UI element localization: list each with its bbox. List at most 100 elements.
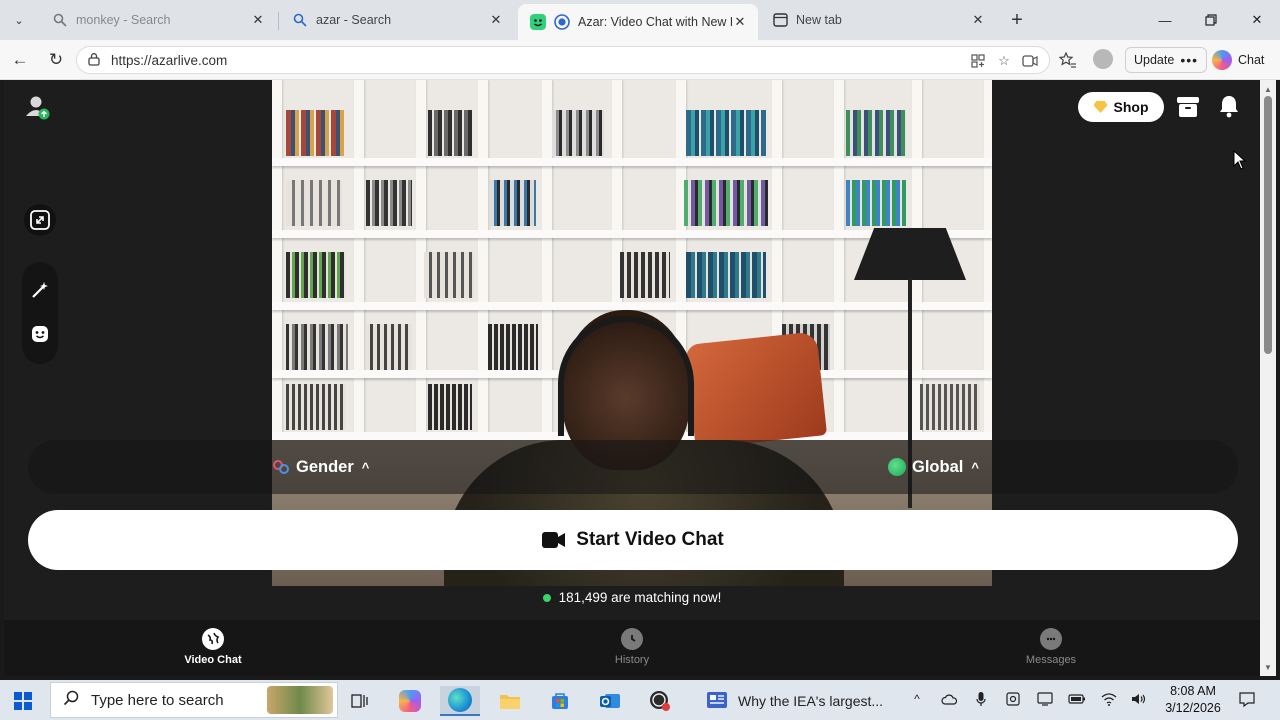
face-filter-icon[interactable]	[24, 318, 56, 350]
news-widget[interactable]: Why the IEA's largest...	[706, 686, 883, 716]
matching-text: 181,499 are matching now!	[558, 590, 722, 605]
onedrive-icon[interactable]	[940, 690, 958, 708]
windows-taskbar: Type here to search Why the IEA's larges…	[0, 680, 1280, 720]
search-icon	[292, 12, 308, 28]
nav-video-chat[interactable]: Video Chat	[153, 628, 273, 666]
gem-icon	[1093, 101, 1108, 113]
recording-icon	[554, 14, 570, 30]
magic-wand-icon[interactable]	[24, 274, 56, 306]
news-text: Why the IEA's largest...	[738, 693, 884, 709]
back-arrow-icon[interactable]: ←	[8, 49, 32, 71]
nav-history[interactable]: History	[572, 628, 692, 666]
page-scrollbar[interactable]: ▲ ▼	[1260, 80, 1276, 676]
start-video-chat-button[interactable]: Start Video Chat	[28, 510, 1238, 570]
tab-title: Azar: Video Chat with New Pe	[578, 15, 732, 29]
url-bar[interactable]: https://azarlive.com ☆	[76, 46, 1050, 74]
notifications-icon[interactable]	[1238, 690, 1256, 708]
my-profile-icon[interactable]	[24, 94, 52, 122]
outlook-icon[interactable]	[590, 686, 630, 716]
tab-azar-video-chat[interactable]: Azar: Video Chat with New Pe ✕	[518, 4, 758, 40]
more-dots-icon: •••	[1180, 52, 1199, 68]
windows-start-icon[interactable]	[14, 692, 32, 710]
close-icon[interactable]: ✕	[250, 12, 266, 28]
wifi-icon[interactable]	[1100, 690, 1118, 708]
refresh-icon[interactable]: ↻	[44, 49, 68, 71]
new-tab-plus-icon[interactable]: +	[1004, 8, 1030, 32]
copilot-icon	[1212, 50, 1232, 70]
azar-page: Shop Gender ^ Global ^ Start Video Chat …	[4, 80, 1260, 676]
news-icon	[706, 691, 728, 712]
tab-strip: ⌄ monkey - Search ✕ azar - Search ✕ Azar…	[0, 0, 1280, 40]
volume-icon[interactable]	[1130, 690, 1148, 708]
task-view-icon[interactable]	[340, 686, 380, 716]
scroll-down-icon[interactable]: ▼	[1263, 662, 1273, 672]
notification-bell-icon[interactable]	[1218, 94, 1242, 120]
camera-in-use-icon[interactable]	[1021, 52, 1039, 70]
microphone-icon[interactable]	[972, 690, 990, 708]
camera-tray-icon[interactable]	[1004, 690, 1022, 708]
new-tab-page-icon	[772, 12, 788, 28]
gender-filter[interactable]: Gender ^	[272, 455, 369, 479]
expand-icon[interactable]	[24, 204, 56, 236]
tab-new-tab[interactable]: New tab ✕	[760, 4, 996, 36]
start-button-label: Start Video Chat	[576, 529, 724, 550]
chat-label: Chat	[1238, 53, 1265, 67]
store-icon[interactable]	[540, 686, 580, 716]
shop-button[interactable]: Shop	[1078, 92, 1164, 122]
search-icon	[63, 690, 79, 710]
gender-icon	[272, 458, 290, 476]
chat-bubble-icon	[1040, 628, 1062, 650]
search-icon	[52, 12, 68, 28]
gender-label: Gender	[296, 457, 354, 476]
tab-separator	[278, 12, 279, 30]
obs-recorder-icon[interactable]	[640, 686, 680, 716]
app-available-icon[interactable]	[969, 52, 987, 70]
restore-icon[interactable]	[1196, 8, 1226, 32]
inventory-box-icon[interactable]	[1176, 96, 1200, 118]
clock-time: 8:08 AM	[1170, 684, 1216, 698]
file-explorer-icon[interactable]	[490, 686, 530, 716]
matching-status: 181,499 are matching now!	[4, 590, 1260, 605]
nav-label: History	[614, 654, 650, 666]
update-button[interactable]: Update •••	[1125, 47, 1208, 73]
scroll-up-icon[interactable]: ▲	[1263, 84, 1273, 94]
nav-label: Video Chat	[184, 654, 242, 666]
globe-icon	[888, 458, 906, 476]
search-highlight-icon	[267, 686, 333, 714]
tab-list-chevron-icon[interactable]: ⌄	[6, 8, 32, 32]
copilot-app-icon[interactable]	[390, 686, 430, 716]
chevron-up-icon: ^	[971, 459, 979, 475]
chevron-up-icon: ^	[361, 459, 370, 475]
lock-icon	[87, 52, 103, 68]
region-filter[interactable]: Global ^	[888, 455, 979, 479]
chevron-up-icon[interactable]: ^	[908, 690, 926, 708]
search-placeholder: Type here to search	[91, 691, 224, 709]
azar-smiley-icon	[530, 14, 546, 30]
scroll-thumb[interactable]	[1264, 96, 1272, 354]
screen-capture-icon[interactable]	[1036, 690, 1054, 708]
url-text: https://azarlive.com	[111, 52, 228, 68]
armchair	[684, 331, 828, 449]
edge-browser-icon[interactable]	[440, 686, 480, 716]
close-icon[interactable]: ✕	[732, 14, 748, 30]
tab-monkey-search[interactable]: monkey - Search ✕	[40, 4, 276, 36]
battery-icon[interactable]	[1068, 690, 1086, 708]
close-window-icon[interactable]: ✕	[1242, 8, 1272, 32]
favorite-star-icon[interactable]: ☆	[995, 52, 1013, 70]
tab-title: azar - Search	[316, 13, 392, 27]
system-clock[interactable]: 8:08 AM 3/12/2026	[1158, 683, 1228, 717]
taskbar-search-box[interactable]: Type here to search	[50, 682, 338, 718]
video-camera-icon	[542, 531, 566, 549]
close-icon[interactable]: ✕	[970, 12, 986, 28]
nav-messages[interactable]: Messages	[991, 628, 1111, 666]
update-label: Update	[1134, 53, 1175, 67]
favorites-icon[interactable]	[1057, 50, 1079, 70]
tab-title: New tab	[796, 13, 842, 27]
copilot-chat-button[interactable]: Chat	[1206, 47, 1270, 73]
shop-label: Shop	[1113, 99, 1149, 115]
tab-azar-search[interactable]: azar - Search ✕	[280, 4, 514, 36]
minimize-icon[interactable]: —	[1150, 8, 1180, 32]
profile-avatar[interactable]	[1093, 49, 1113, 69]
filter-bar	[28, 440, 1238, 494]
close-icon[interactable]: ✕	[488, 12, 504, 28]
